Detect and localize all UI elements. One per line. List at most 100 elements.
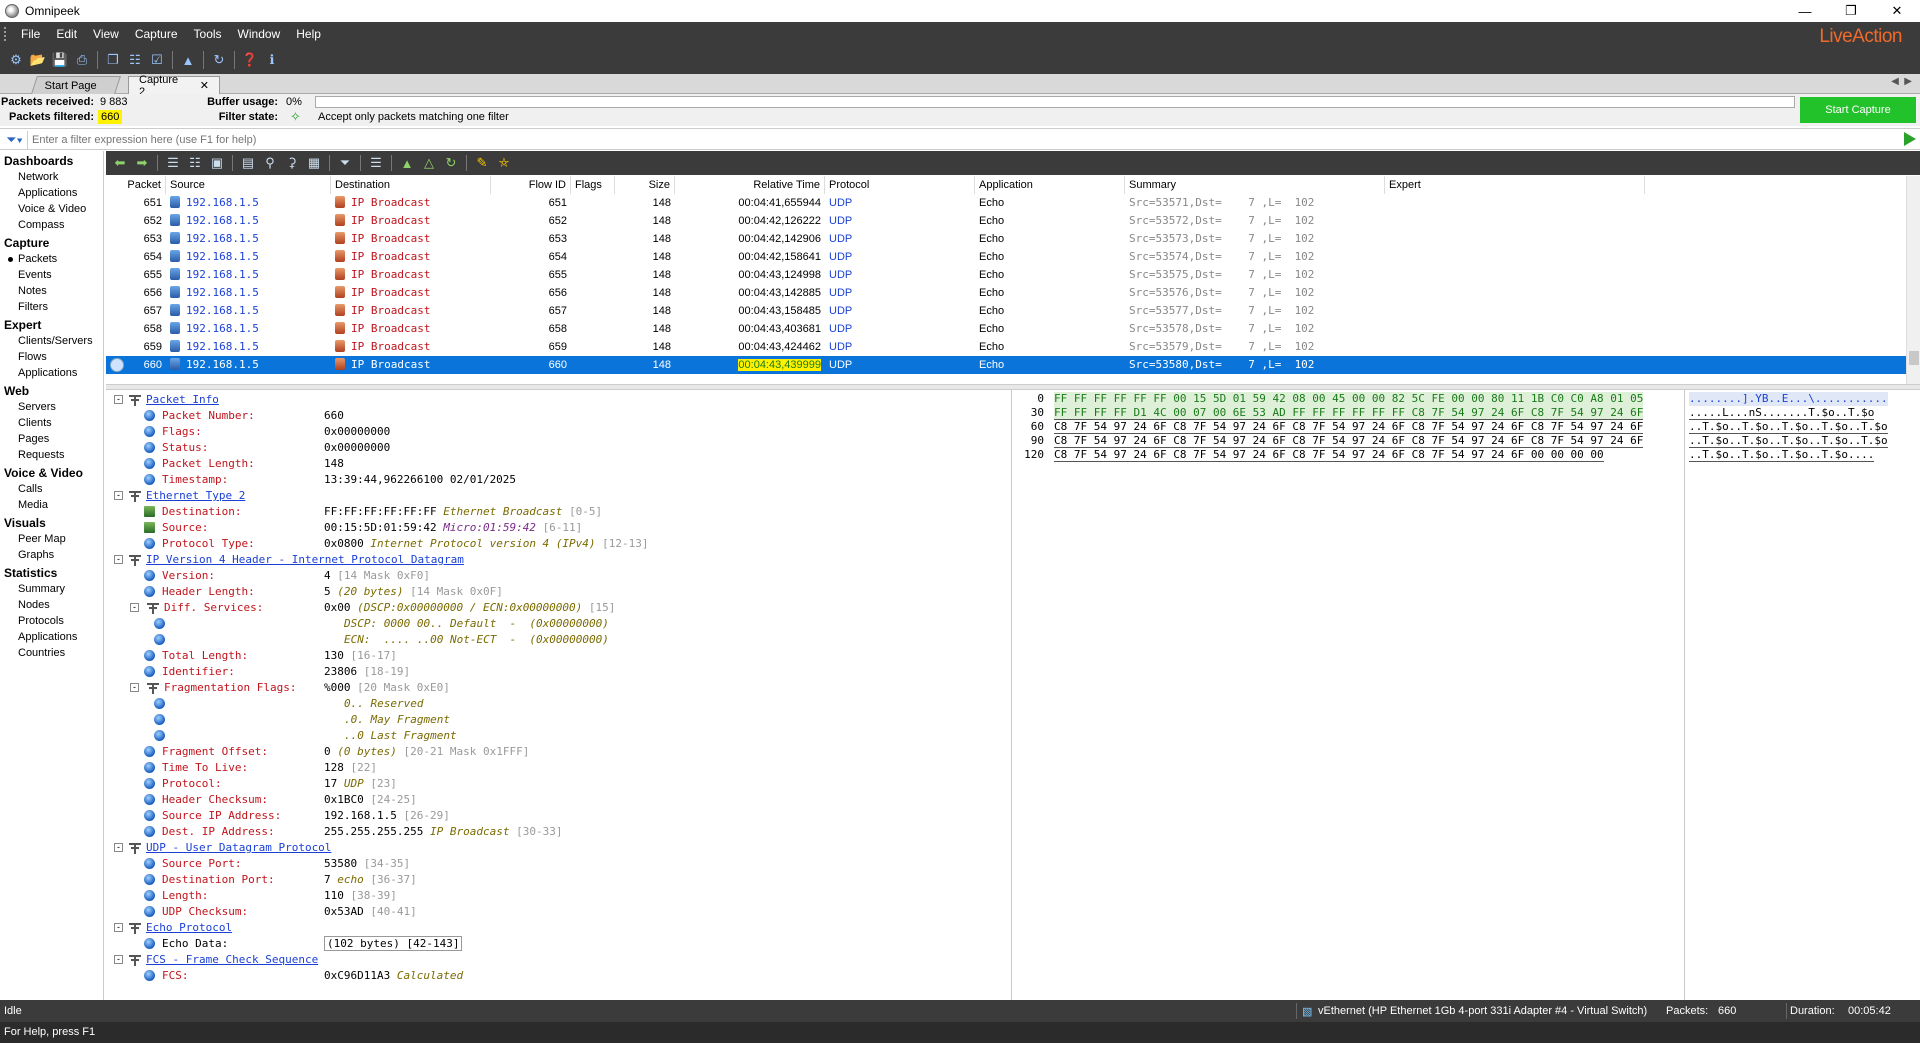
sidebar-item-applications[interactable]: Applications (0, 185, 103, 201)
menu-file[interactable]: File (13, 27, 48, 41)
column-header-relative-time[interactable]: Relative Time (675, 176, 825, 194)
column-header-protocol[interactable]: Protocol (825, 176, 975, 194)
minimize-button[interactable]: — (1782, 0, 1828, 22)
filter-funnel-icon[interactable]: ⏷▾ (2, 131, 28, 149)
sidebar-item-clients[interactable]: Clients (0, 415, 103, 431)
menu-window[interactable]: Window (230, 27, 289, 41)
sidebar-item-media[interactable]: Media (0, 497, 103, 513)
close-tab-icon[interactable]: ✕ (200, 79, 209, 92)
column-header-summary[interactable]: Summary (1125, 176, 1385, 194)
expand-toggle-icon[interactable]: - (114, 955, 123, 964)
packet-row[interactable]: 654 192.168.1.5 IP Broadcast 654 148 00:04:42… (106, 248, 1906, 266)
print-icon[interactable]: ⎙ (72, 50, 92, 70)
packet-row[interactable]: 657 192.168.1.5 IP Broadcast 657 148 00:04:43… (106, 302, 1906, 320)
sidebar-item-clients-servers[interactable]: Clients/Servers (0, 333, 103, 349)
expand-toggle-icon[interactable]: - (114, 395, 123, 404)
column-header-destination[interactable]: Destination (331, 176, 491, 194)
sidebar-item-events[interactable]: Events (0, 267, 103, 283)
copy-icon[interactable]: ❐ (103, 50, 123, 70)
sidebar-item-applications[interactable]: Applications (0, 365, 103, 381)
columns-icon[interactable]: ▤ (238, 154, 258, 172)
refresh-icon[interactable]: ↻ (209, 50, 229, 70)
align-icon[interactable]: ☰ (366, 154, 386, 172)
packet-row[interactable]: 656 192.168.1.5 IP Broadcast 656 148 00:04:43… (106, 284, 1906, 302)
menu-view[interactable]: View (85, 27, 127, 41)
sync-icon[interactable]: ↻ (441, 154, 461, 172)
packet-row[interactable]: 653 192.168.1.5 IP Broadcast 653 148 00:04:42… (106, 230, 1906, 248)
hex-bytes[interactable]: FF FF FF FF FF FF 00 15 5D 01 59 42 08 0… (1054, 392, 1644, 406)
sidebar-item-compass[interactable]: Compass (0, 217, 103, 233)
help-icon[interactable]: ❓ (240, 50, 260, 70)
column-header-source[interactable]: Source (166, 176, 331, 194)
expand-toggle-icon[interactable]: - (130, 603, 139, 612)
hex-ascii[interactable]: ..T.$o..T.$o..T.$o..T.$o.... (1689, 448, 1875, 462)
sidebar-item-filters[interactable]: Filters (0, 299, 103, 315)
packet-list-view-icon[interactable]: ☰ (163, 154, 183, 172)
save-icon[interactable]: 💾 (50, 50, 70, 70)
sidebar-item-summary[interactable]: Summary (0, 581, 103, 597)
column-header-application[interactable]: Application (975, 176, 1125, 194)
decode-section-echo-protocol[interactable]: Echo Protocol (146, 920, 232, 936)
column-header-expert[interactable]: Expert (1385, 176, 1645, 194)
menu-help[interactable]: Help (288, 27, 329, 41)
expand-toggle-icon[interactable]: - (114, 843, 123, 852)
decode-section-udp-user-datagram-protocol[interactable]: UDP - User Datagram Protocol (146, 840, 331, 856)
start-capture-button[interactable]: Start Capture (1800, 97, 1916, 123)
expand-toggle-icon[interactable]: - (114, 491, 123, 500)
lock-icon[interactable]: ⛤ (494, 154, 514, 172)
decode-up-icon[interactable]: △ (419, 154, 439, 172)
column-header-flow-id[interactable]: Flow ID (491, 176, 571, 194)
back-arrow-icon[interactable]: ⬅ (110, 154, 130, 172)
close-button[interactable]: ✕ (1874, 0, 1920, 22)
sidebar-item-graphs[interactable]: Graphs (0, 547, 103, 563)
hex-ascii[interactable]: .....L...nS.......T.$o..T.$o (1689, 406, 1875, 420)
decode-view-icon[interactable]: ☷ (185, 154, 205, 172)
packet-row[interactable]: 655 192.168.1.5 IP Broadcast 655 148 00:04:43… (106, 266, 1906, 284)
checklist-icon[interactable]: ☑ (147, 50, 167, 70)
hex-bytes[interactable]: FF FF FF FF D1 4C 00 07 00 6E 53 AD FF F… (1054, 406, 1644, 420)
new-capture-icon[interactable]: ⚙ (6, 50, 26, 70)
decode-green-icon[interactable]: ▲ (397, 154, 417, 172)
network-icon[interactable]: ▲ (178, 50, 198, 70)
hex-ascii[interactable]: ........].YB..E...\........... (1689, 392, 1888, 406)
menu-edit[interactable]: Edit (48, 27, 85, 41)
hex-bytes[interactable]: C8 7F 54 97 24 6F C8 7F 54 97 24 6F C8 7… (1054, 448, 1604, 462)
decode-section-ip-version-4-header-internet-protocol-datagram[interactable]: IP Version 4 Header - Internet Protocol … (146, 552, 464, 568)
packet-row[interactable]: 651 192.168.1.5 IP Broadcast 651 148 00:04:41… (106, 194, 1906, 212)
context-help-icon[interactable]: ℹ (262, 50, 282, 70)
select-all-icon[interactable]: ▦ (304, 154, 324, 172)
filter-doc-icon[interactable]: ☷ (125, 50, 145, 70)
sidebar-item-countries[interactable]: Countries (0, 645, 103, 661)
expand-toggle-icon[interactable]: - (130, 683, 139, 692)
sidebar-item-calls[interactable]: Calls (0, 481, 103, 497)
sidebar-item-flows[interactable]: Flows (0, 349, 103, 365)
hex-bytes[interactable]: C8 7F 54 97 24 6F C8 7F 54 97 24 6F C8 7… (1054, 420, 1644, 434)
sidebar-item-servers[interactable]: Servers (0, 399, 103, 415)
apply-filter-icon[interactable] (1904, 132, 1916, 146)
packet-row[interactable]: 652 192.168.1.5 IP Broadcast 652 148 00:04:42… (106, 212, 1906, 230)
menu-tools[interactable]: Tools (186, 27, 230, 41)
packet-row[interactable]: 660 192.168.1.5 IP Broadcast 660 148 00:04:43… (106, 356, 1906, 374)
decode-section-ethernet-type-2[interactable]: Ethernet Type 2 (146, 488, 245, 504)
find-icon[interactable]: ⚲ (260, 154, 280, 172)
packet-list-scrollbar[interactable] (1906, 176, 1920, 384)
sidebar-item-requests[interactable]: Requests (0, 447, 103, 463)
packet-row[interactable]: 659 192.168.1.5 IP Broadcast 659 148 00:04:43… (106, 338, 1906, 356)
column-header-size[interactable]: Size (615, 176, 675, 194)
column-header-flags[interactable]: Flags (571, 176, 615, 194)
find-next-icon[interactable]: ⚳ (282, 154, 302, 172)
tab-start-page[interactable]: Start Page (31, 76, 121, 94)
expand-toggle-icon[interactable]: - (114, 923, 123, 932)
filter-expression-input[interactable] (32, 131, 1892, 148)
decode-section-fcs-frame-check-sequence[interactable]: FCS - Frame Check Sequence (146, 952, 318, 968)
column-header-packet[interactable]: Packet (106, 176, 166, 194)
packet-row[interactable]: 658 192.168.1.5 IP Broadcast 658 148 00:04:43… (106, 320, 1906, 338)
decode-section-packet-info[interactable]: Packet Info (146, 392, 219, 408)
sidebar-item-notes[interactable]: Notes (0, 283, 103, 299)
forward-arrow-icon[interactable]: ➡ (132, 154, 152, 172)
expand-toggle-icon[interactable]: - (114, 555, 123, 564)
sidebar-item-packets[interactable]: Packets (0, 251, 103, 267)
open-file-icon[interactable]: 📂 (28, 50, 48, 70)
packet-filter-icon[interactable]: ⏷ (335, 154, 355, 172)
hex-bytes[interactable]: C8 7F 54 97 24 6F C8 7F 54 97 24 6F C8 7… (1054, 434, 1644, 448)
